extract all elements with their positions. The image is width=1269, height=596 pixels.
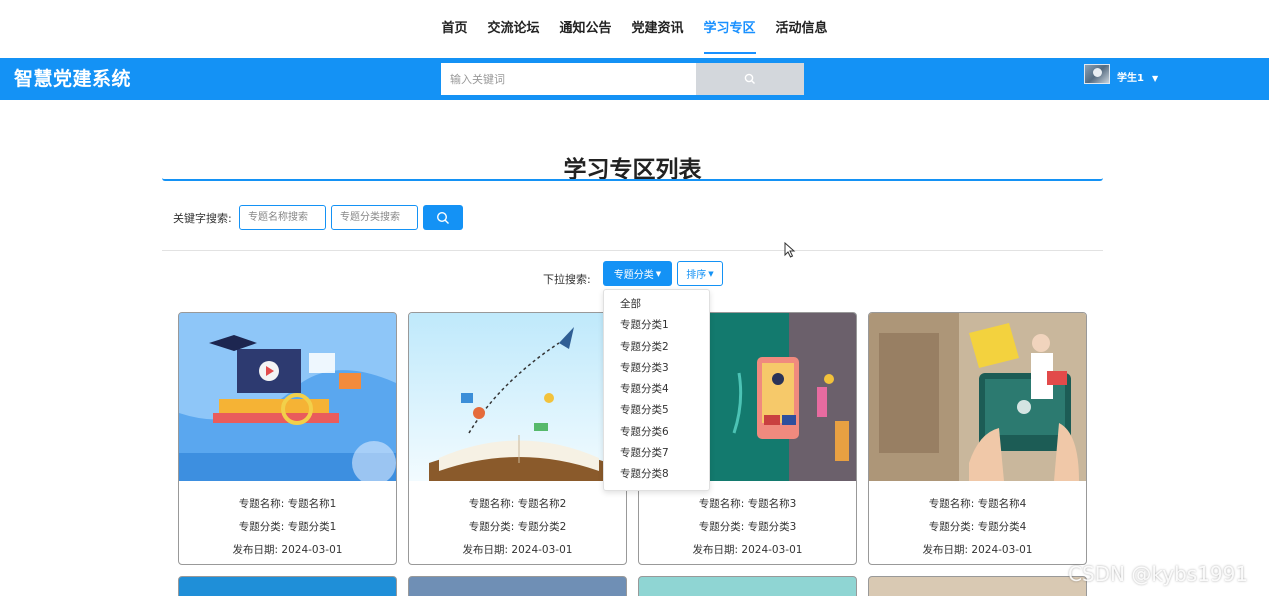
keyword-search-label: 关键字搜索: (173, 212, 232, 225)
topic-card[interactable]: 专题名称: 专题名称4 专题分类: 专题分类4 发布日期: 2024-03-01 (868, 312, 1087, 565)
dropdown-item[interactable]: 专题分类2 (604, 337, 709, 358)
card-topic-category: 专题分类: 专题分类2 (468, 521, 567, 533)
dropdown-item[interactable]: 专题分类4 (604, 379, 709, 400)
topic-card[interactable] (178, 576, 397, 596)
dropdown-item[interactable]: 专题分类7 (604, 443, 709, 464)
caret-down-icon[interactable]: ▼ (1152, 58, 1158, 100)
card-publish-date: 发布日期: 2024-03-01 (692, 544, 803, 556)
card-info: 专题名称: 专题名称4 专题分类: 专题分类4 发布日期: 2024-03-01 (869, 493, 1086, 562)
global-search-input[interactable] (441, 63, 696, 95)
dropdown-item-all[interactable]: 全部 (604, 294, 709, 315)
dropdown-item[interactable]: 专题分类3 (604, 358, 709, 379)
card-info: 专题名称: 专题名称3 专题分类: 专题分类3 发布日期: 2024-03-01 (639, 493, 856, 562)
dropdown-item[interactable]: 专题分类6 (604, 422, 709, 443)
keyword-search-button[interactable] (423, 205, 463, 230)
caret-down-icon: ▼ (655, 269, 662, 278)
sort-dropdown-button[interactable]: 排序 ▼ (677, 261, 723, 286)
avatar[interactable] (1084, 64, 1110, 84)
nav-item-activities[interactable]: 活动信息 (776, 0, 828, 58)
section-divider (162, 250, 1103, 251)
topic-card[interactable] (868, 576, 1087, 596)
card-topic-name: 专题名称: 专题名称2 (468, 498, 567, 510)
topic-card[interactable] (408, 576, 627, 596)
username[interactable]: 学生1 (1117, 58, 1144, 100)
card-topic-name: 专题名称: 专题名称4 (928, 498, 1027, 510)
topic-card[interactable] (638, 576, 857, 596)
card-topic-name: 专题名称: 专题名称3 (698, 498, 797, 510)
title-underline (162, 178, 1103, 181)
topic-card[interactable]: 专题名称: 专题名称2 专题分类: 专题分类2 发布日期: 2024-03-01 (408, 312, 627, 565)
global-search-button[interactable] (696, 63, 804, 95)
card-info: 专题名称: 专题名称1 专题分类: 专题分类1 发布日期: 2024-03-01 (179, 493, 396, 562)
card-info: 专题名称: 专题名称2 专题分类: 专题分类2 发布日期: 2024-03-01 (409, 493, 626, 562)
nav-item-study[interactable]: 学习专区 (703, 0, 756, 58)
card-publish-date: 发布日期: 2024-03-01 (232, 544, 343, 556)
card-image[interactable] (869, 313, 1086, 481)
category-dropdown-label: 专题分类 (613, 270, 654, 281)
card-topic-category: 专题分类: 专题分类1 (238, 521, 337, 533)
mouse-cursor-icon (784, 242, 796, 258)
watermark: CSDN @kybs1991 (1068, 562, 1249, 586)
nav-item-forum[interactable]: 交流论坛 (487, 0, 539, 58)
topic-category-search-input[interactable] (331, 205, 418, 230)
dropdown-search-label: 下拉搜索: (543, 273, 591, 286)
category-dropdown-button[interactable]: 专题分类 ▼ (603, 261, 672, 286)
dropdown-item[interactable]: 专题分类8 (604, 464, 709, 485)
dropdown-item[interactable]: 专题分类5 (604, 400, 709, 421)
card-topic-category: 专题分类: 专题分类4 (928, 521, 1027, 533)
search-icon (436, 211, 449, 224)
nav-item-notices[interactable]: 通知公告 (559, 0, 611, 58)
card-image[interactable] (409, 313, 626, 481)
nav-item-home[interactable]: 首页 (441, 0, 467, 58)
topic-name-search-input[interactable] (239, 205, 326, 230)
card-publish-date: 发布日期: 2024-03-01 (922, 544, 1033, 556)
site-logo[interactable]: 智慧党建系统 (14, 58, 131, 100)
dropdown-item[interactable]: 专题分类1 (604, 315, 709, 336)
card-topic-name: 专题名称: 专题名称1 (238, 498, 337, 510)
sort-dropdown-label: 排序 (686, 270, 707, 281)
category-dropdown-menu: 全部 专题分类1 专题分类2 专题分类3 专题分类4 专题分类5 专题分类6 专… (603, 289, 710, 491)
nav-item-news[interactable]: 党建资讯 (632, 0, 684, 58)
header-bar: 智慧党建系统 学生1 ▼ (0, 58, 1269, 100)
top-nav: 首页 交流论坛 通知公告 党建资讯 学习专区 活动信息 (0, 0, 1269, 58)
caret-down-icon: ▼ (708, 269, 714, 278)
search-icon (744, 73, 755, 84)
topic-card[interactable]: 专题名称: 专题名称1 专题分类: 专题分类1 发布日期: 2024-03-01 (178, 312, 397, 565)
card-topic-category: 专题分类: 专题分类3 (698, 521, 797, 533)
card-publish-date: 发布日期: 2024-03-01 (462, 544, 573, 556)
card-image[interactable] (179, 313, 396, 481)
